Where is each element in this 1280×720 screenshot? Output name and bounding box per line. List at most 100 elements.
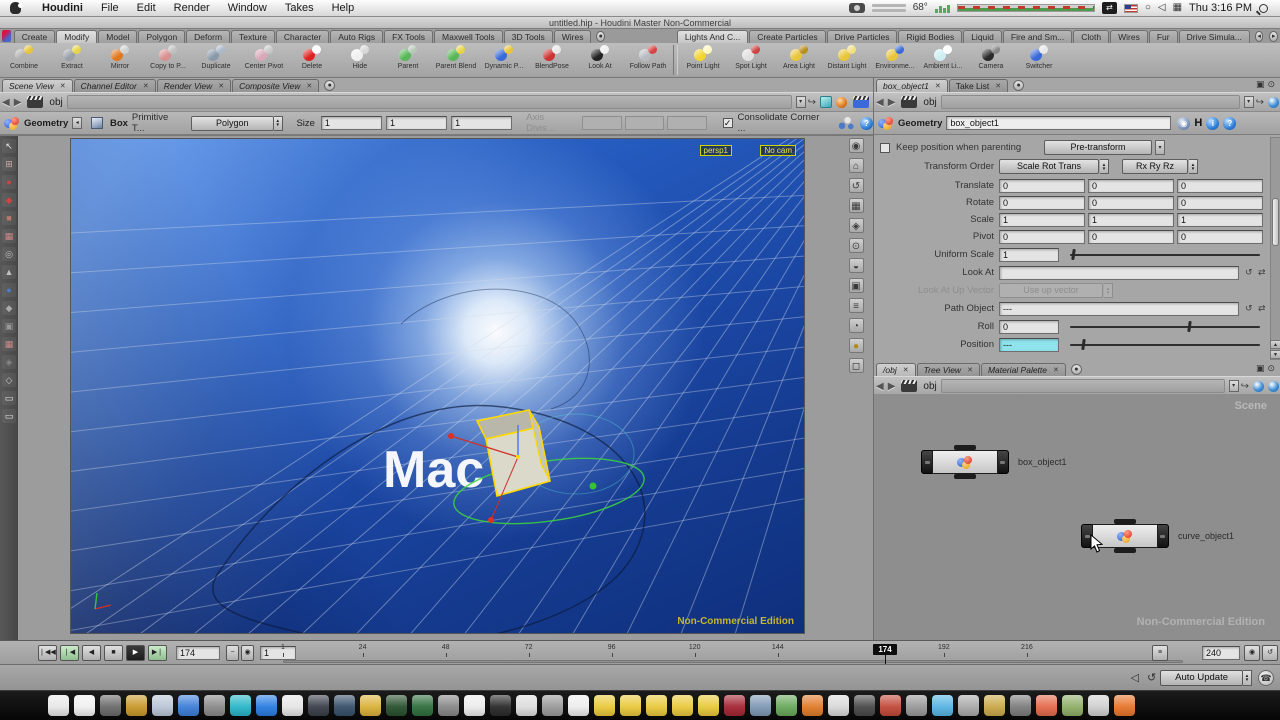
timeline-options-button[interactable]: ≡ (1152, 645, 1168, 661)
dock-icon-6[interactable] (204, 695, 225, 716)
shelf-tab-drive-particles[interactable]: Drive Particles (827, 30, 898, 43)
viewport-help-icon[interactable]: ? (860, 117, 873, 130)
dock-icon-26[interactable] (724, 695, 745, 716)
node-body[interactable] (932, 450, 998, 474)
window-titlebar[interactable]: untitled.hip - Houdini Master Non-Commer… (0, 17, 1280, 29)
auto-update-dropdown[interactable]: Auto Update (1160, 670, 1243, 686)
dock-icon-34[interactable] (932, 695, 953, 716)
dock-icon-2[interactable] (100, 695, 121, 716)
viewport-tool-icon-12[interactable]: ◈ (2, 355, 16, 369)
shelf-tab-cloth[interactable]: Cloth (1073, 30, 1109, 43)
close-icon[interactable]: ✕ (306, 80, 312, 93)
timeline-tick[interactable]: 48 (431, 644, 461, 651)
dock-icon-37[interactable] (1010, 695, 1031, 716)
dock-icon-11[interactable] (334, 695, 355, 716)
right-path-text[interactable]: obj (921, 97, 936, 108)
viewport-view-icon-11[interactable]: ◻ (849, 358, 864, 373)
dock-icon-41[interactable] (1114, 695, 1135, 716)
dock-icon-33[interactable] (906, 695, 927, 716)
shelf-tool-camera[interactable]: Camera (967, 43, 1015, 77)
node-curve-object1[interactable]: curve_object1 (1081, 524, 1234, 548)
uniform-scale-slider[interactable] (1070, 254, 1260, 256)
jump-to-operator-icon[interactable]: ↪ (808, 97, 816, 108)
spotlight-icon[interactable] (1259, 4, 1268, 13)
activity-graph-icon[interactable] (957, 4, 1095, 12)
size-y-field[interactable]: 1 (386, 116, 447, 130)
timeline-tick[interactable]: 96 (597, 644, 627, 651)
camera-status-icon[interactable] (849, 3, 865, 13)
slider-handle[interactable] (1081, 339, 1086, 350)
pivot-x-field[interactable]: 0 (999, 230, 1085, 244)
uniform-scale-field[interactable]: 1 (999, 248, 1059, 262)
viewport-view-icon-1[interactable]: ⌂ (849, 158, 864, 173)
back-arrow-icon[interactable]: ◀ (876, 381, 884, 392)
roll-field[interactable]: 0 (999, 320, 1059, 334)
viewport-tool-icon-0[interactable]: ↖ (2, 139, 16, 153)
shelf-corner-icon[interactable] (2, 30, 11, 42)
prev-key-button[interactable]: ❘◀ (60, 645, 79, 661)
pane-tab-scene-view[interactable]: Scene View✕ (2, 79, 73, 92)
split-pane-icon[interactable]: ⊙ (1267, 363, 1275, 374)
menu-houdini[interactable]: Houdini (33, 0, 92, 16)
network-path-dropdown-icon[interactable]: ▾ (1229, 380, 1239, 392)
close-icon[interactable]: ✕ (1053, 364, 1059, 377)
viewport-tool-icon-3[interactable]: ◆ (2, 193, 16, 207)
frame-inc-button[interactable]: ◉ (241, 645, 254, 661)
close-icon[interactable]: ✕ (967, 364, 973, 377)
dock-icon-16[interactable] (464, 695, 485, 716)
pane-tab-channel-editor[interactable]: Channel Editor✕ (74, 79, 156, 92)
timeline-tick[interactable]: 120 (680, 644, 710, 651)
shelf-scroll-left-button[interactable]: ◂ (1255, 31, 1264, 42)
close-icon[interactable]: ✕ (60, 80, 66, 93)
timeline-tick[interactable]: 192 (929, 644, 959, 651)
add-pane-tab-button[interactable]: ● (1013, 80, 1024, 91)
shelf-tool-delete[interactable]: Delete (288, 43, 336, 77)
viewport-tool-icon-11[interactable]: ▦ (2, 337, 16, 351)
find-ball-icon[interactable] (1268, 381, 1279, 392)
shelf-tool-distant-light[interactable]: Distant Light (823, 43, 871, 77)
shelf-tab-polygon[interactable]: Polygon (138, 30, 185, 43)
dock-icon-12[interactable] (360, 695, 381, 716)
dock-icon-22[interactable] (620, 695, 641, 716)
scroll-step-down[interactable]: ▼ (1270, 350, 1280, 359)
viewport-tool-icon-1[interactable]: ⊞ (2, 157, 16, 171)
dock-icon-18[interactable] (516, 695, 537, 716)
transform-order-spinner[interactable]: ▲▼ (1100, 159, 1109, 174)
cpu-meter-icon[interactable] (935, 4, 950, 13)
position-slider[interactable] (1070, 344, 1260, 346)
viewport-view-icon-0[interactable]: ◉ (849, 138, 864, 153)
pin-icon[interactable]: ↪ (1241, 381, 1249, 392)
dock-icon-21[interactable] (594, 695, 615, 716)
shelf-tab-create-particles[interactable]: Create Particles (749, 30, 825, 43)
network-editor-canvas[interactable]: Scene box_object1 curve_o (874, 394, 1280, 640)
network-type-icon[interactable] (27, 96, 43, 108)
shelf-tab-fur[interactable]: Fur (1149, 30, 1178, 43)
right-path-dropdown-icon[interactable]: ▾ (1244, 96, 1254, 108)
shelf-tab-3d-tools[interactable]: 3D Tools (504, 30, 553, 43)
viewport-nocam-label[interactable]: No cam (760, 145, 796, 156)
shelf-tool-follow-path[interactable]: Follow Path (624, 43, 672, 77)
dock-icon-30[interactable] (828, 695, 849, 716)
primitive-type-dropdown[interactable]: Polygon (191, 116, 274, 131)
shelf-tool-extract[interactable]: Extract (48, 43, 96, 77)
current-frame-badge[interactable]: 174 (873, 644, 897, 655)
viewport-canvas[interactable]: Mac persp1 No cam Non-Commercial Edition (70, 138, 805, 634)
look-at-field[interactable] (999, 266, 1239, 280)
viewport-tool-icon-4[interactable]: ■ (2, 211, 16, 225)
close-icon[interactable]: ✕ (143, 80, 149, 93)
mute-icon[interactable]: ◁ (1130, 671, 1138, 684)
viewport-view-icon-4[interactable]: ◈ (849, 218, 864, 233)
left-path-field[interactable] (67, 95, 792, 109)
scale-x-field[interactable]: 1 (999, 213, 1085, 227)
bluetooth-icon[interactable]: ○ (1145, 3, 1151, 13)
dock-icon-39[interactable] (1062, 695, 1083, 716)
shelf-tab-auto-rigs[interactable]: Auto Rigs (330, 30, 383, 43)
node-name-field[interactable]: box_object1 (946, 116, 1171, 130)
viewport-camera-label[interactable]: persp1 (700, 145, 732, 156)
tab-material-palette[interactable]: Material Palette ✕ (981, 363, 1066, 376)
translate-x-field[interactable]: 0 (999, 179, 1085, 193)
dock-icon-17[interactable] (490, 695, 511, 716)
shelf-tool-parent-blend[interactable]: Parent Blend (432, 43, 480, 77)
node-output-connector[interactable] (954, 474, 976, 479)
menu-window[interactable]: Window (219, 0, 276, 16)
